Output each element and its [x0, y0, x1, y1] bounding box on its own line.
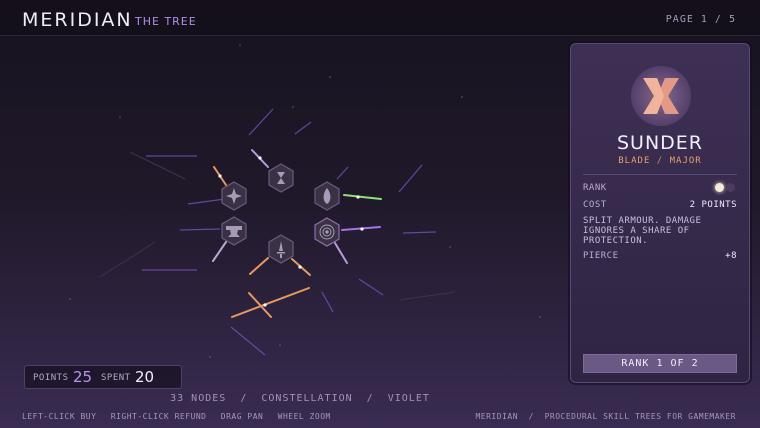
rank-dots	[713, 183, 735, 193]
spent-label: SPENT	[101, 373, 131, 383]
page-indicator: PAGE 1 / 5	[665, 14, 736, 25]
skill-tag-type: BLADE	[618, 156, 651, 166]
rank-dot-filled	[715, 183, 724, 192]
skill-node-sparkle[interactable]	[221, 181, 247, 211]
hint-pan: DRAG PAN	[220, 412, 264, 421]
control-hints: LEFT-CLICK BUY RIGHT-CLICK REFUND DRAG P…	[22, 412, 340, 421]
skill-tag-tier: MAJOR	[669, 156, 702, 166]
points-value: 25	[73, 368, 93, 386]
header-bar: MERIDIAN THE TREE PAGE 1 / 5	[0, 0, 760, 36]
skill-tag-separator: /	[656, 156, 664, 166]
spent-value: 20	[135, 368, 155, 386]
footer-credit: MERIDIAN / PROCEDURAL SKILL TREES FOR GA…	[475, 412, 736, 421]
skill-name: SUNDER	[616, 132, 704, 154]
skill-node-hourglass[interactable]	[268, 163, 294, 193]
points-counter: POINTS 25 SPENT 20	[24, 365, 182, 389]
tree-summary: 33 NODES / CONSTELLATION / VIOLET	[170, 393, 430, 404]
skill-tags: BLADE / MAJOR	[571, 156, 749, 166]
skill-node-anvil[interactable]	[221, 216, 247, 246]
rank-dot-empty	[726, 183, 735, 192]
stat-row: PIERCE +8	[583, 251, 737, 261]
rank-label: RANK	[583, 183, 607, 193]
skill-node-flame[interactable]	[314, 181, 340, 211]
constellation-links	[142, 108, 437, 356]
rank-row: RANK	[583, 183, 737, 193]
cost-row: COST 2 POINTS	[583, 200, 737, 210]
rank-button[interactable]: RANK 1 OF 2	[583, 354, 737, 373]
skill-node-dagger[interactable]	[268, 234, 294, 264]
background-stars	[69, 44, 541, 358]
app-subtitle: THE TREE	[135, 15, 197, 28]
skill-tree-graph[interactable]	[0, 37, 562, 387]
hint-refund: RIGHT-CLICK REFUND	[110, 412, 207, 421]
skill-node-target[interactable]	[314, 217, 340, 247]
stat-label: PIERCE	[583, 251, 619, 261]
sunder-icon	[643, 78, 679, 114]
points-label: POINTS	[33, 373, 69, 383]
skill-portrait	[631, 66, 691, 126]
panel-divider	[583, 174, 737, 175]
skill-tree-canvas[interactable]	[0, 37, 562, 387]
cost-value: 2 POINTS	[689, 200, 737, 210]
hint-buy: LEFT-CLICK BUY	[22, 412, 97, 421]
cost-label: COST	[583, 200, 607, 210]
app-title: MERIDIAN	[22, 9, 133, 31]
stat-value: +8	[725, 251, 737, 261]
skill-description: SPLIT ARMOUR. DAMAGE IGNORES A SHARE OF …	[583, 216, 702, 246]
hint-zoom: WHEEL ZOOM	[277, 412, 331, 421]
skill-detail-panel: SUNDER BLADE / MAJOR RANK COST 2 POINTS …	[570, 43, 750, 383]
